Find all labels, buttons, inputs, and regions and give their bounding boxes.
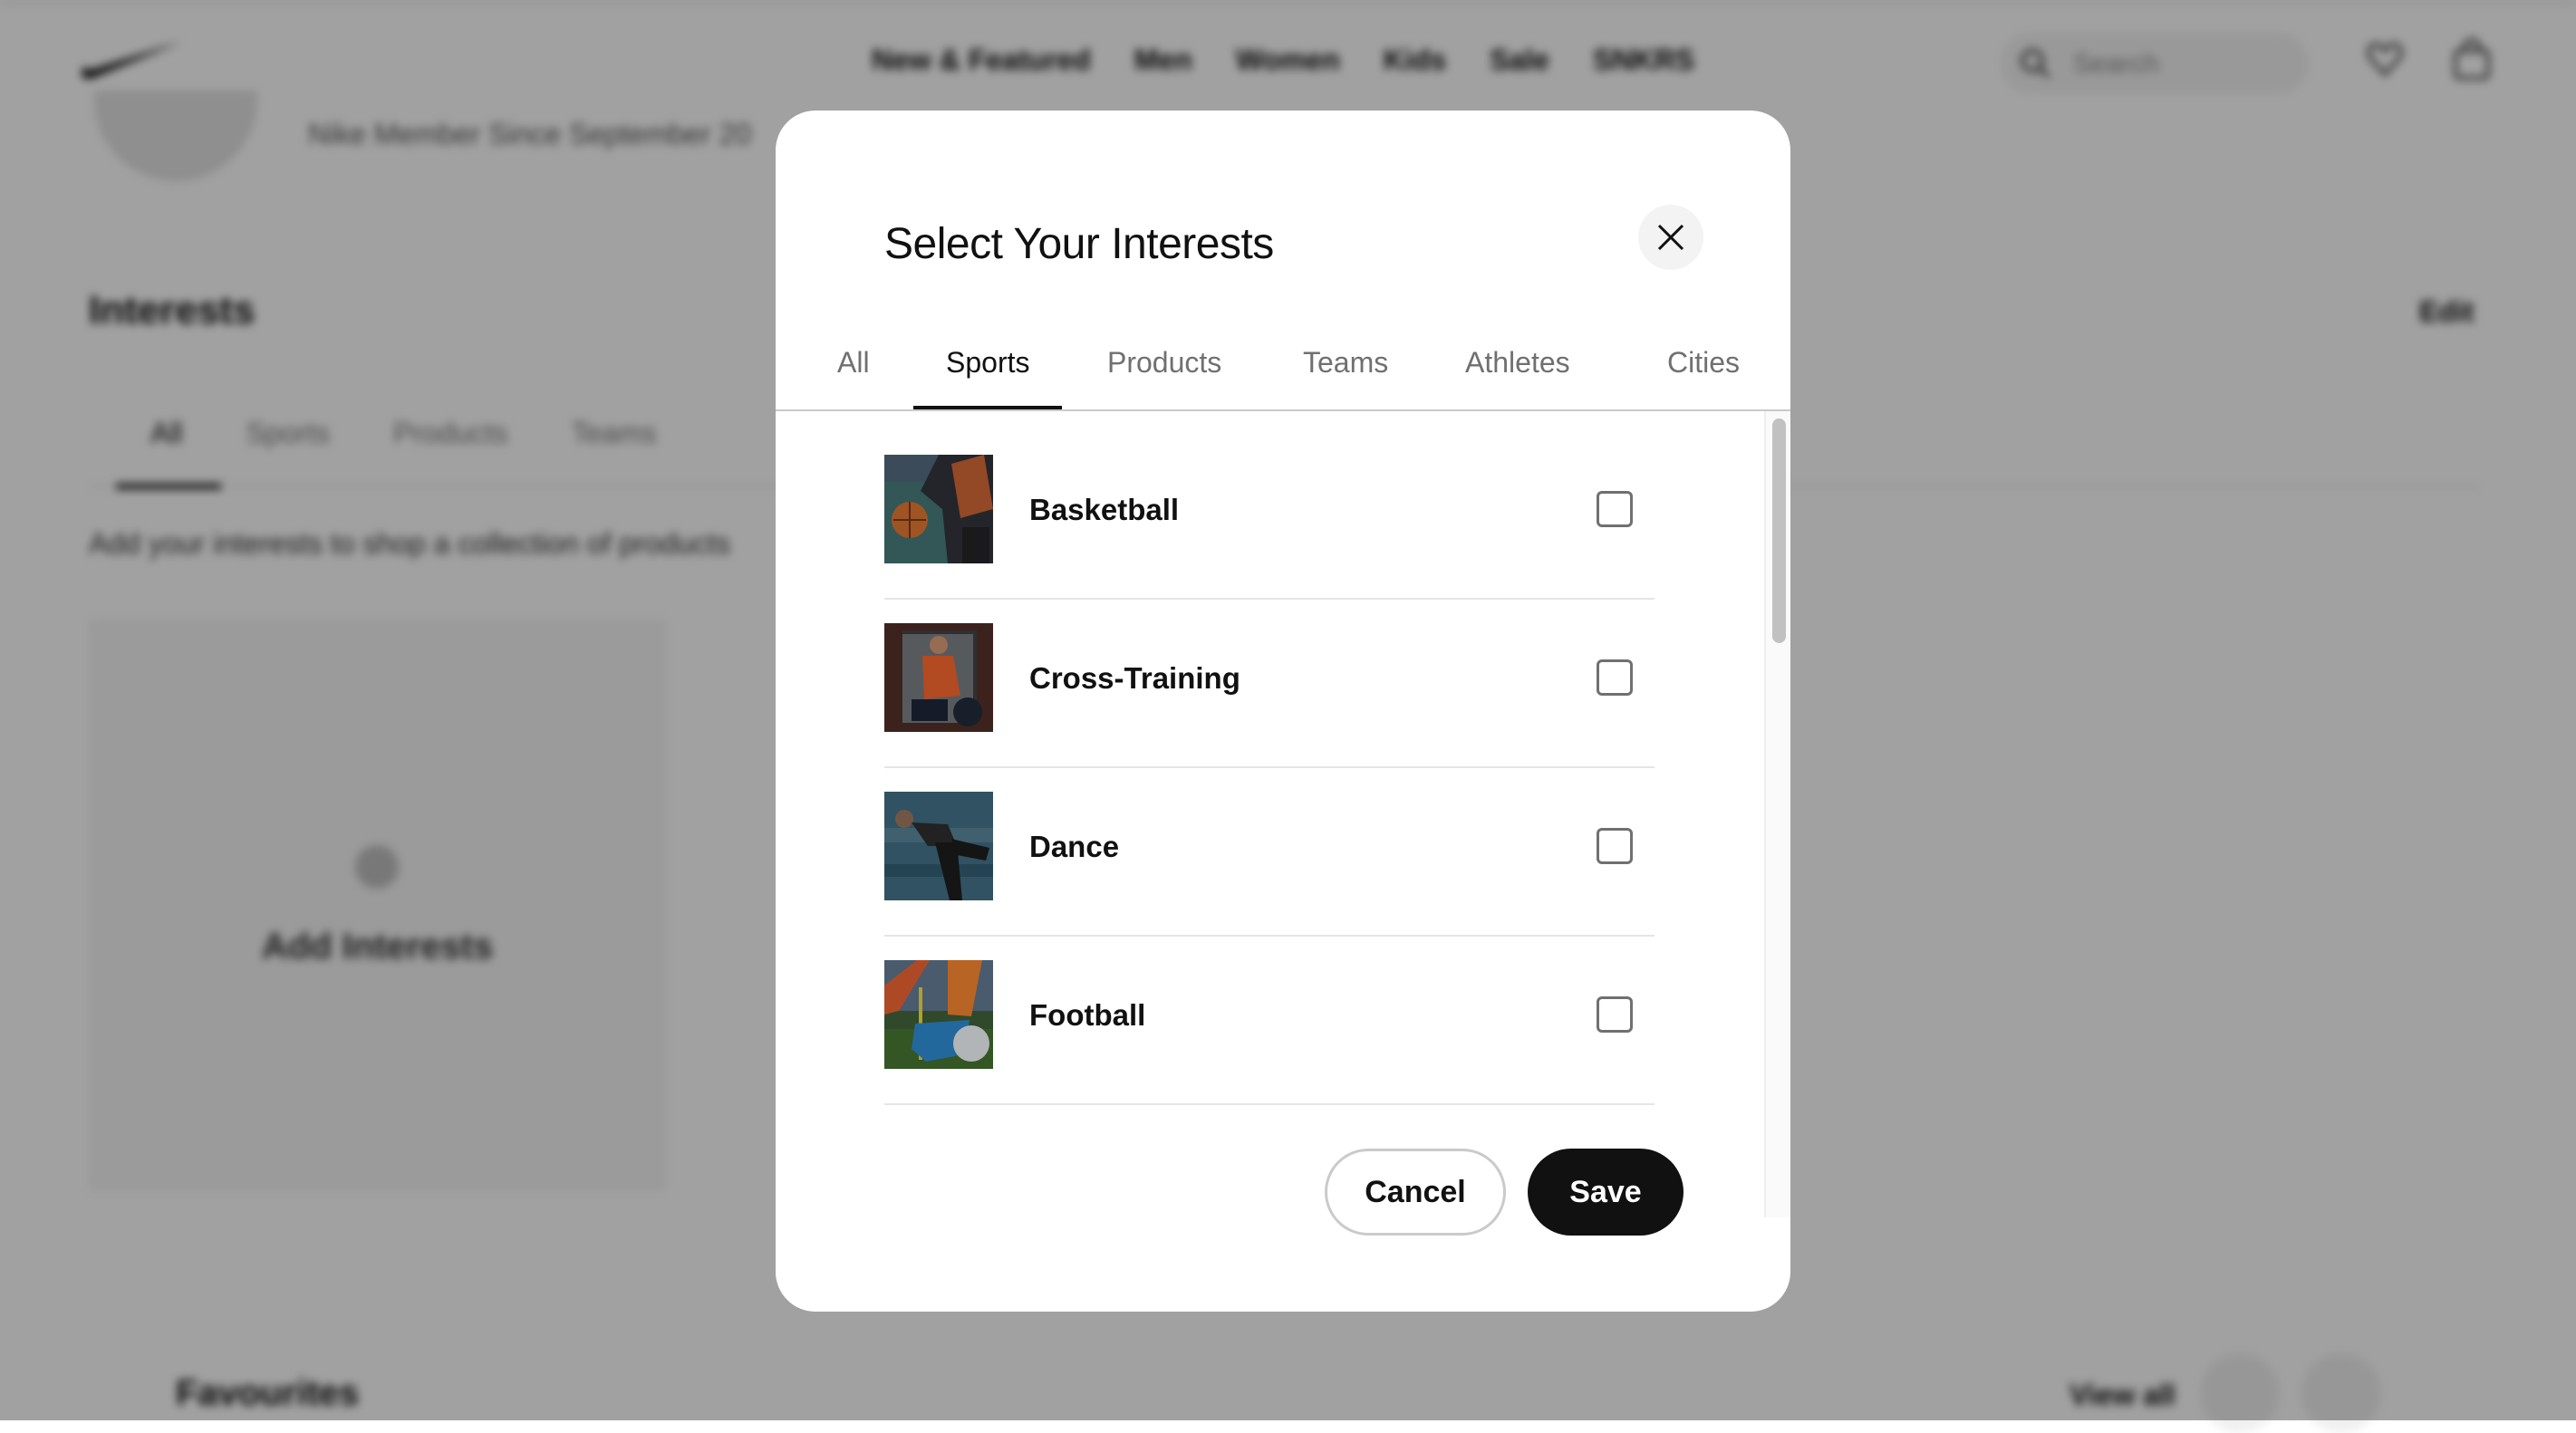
scrollbar-thumb[interactable] bbox=[1772, 418, 1786, 643]
list-scrollbar[interactable] bbox=[1764, 411, 1790, 1217]
list-item[interactable]: Dance bbox=[884, 748, 1655, 937]
list-item[interactable]: Football bbox=[884, 917, 1655, 1105]
tab-athletes[interactable]: Athletes bbox=[1433, 317, 1603, 408]
interest-list: Basketball Cross-Training Dance Football bbox=[776, 411, 1790, 1214]
close-icon bbox=[1657, 224, 1684, 251]
tab-cities[interactable]: Cities bbox=[1635, 317, 1772, 408]
interest-checkbox[interactable] bbox=[1597, 996, 1633, 1033]
interest-label: Basketball bbox=[1029, 493, 1180, 526]
interest-label: Football bbox=[1029, 998, 1146, 1032]
football-thumbnail bbox=[884, 960, 993, 1069]
close-button[interactable] bbox=[1638, 205, 1703, 270]
tab-sports[interactable]: Sports bbox=[913, 317, 1063, 409]
dance-thumbnail bbox=[884, 792, 993, 900]
save-button[interactable]: Save bbox=[1528, 1149, 1684, 1236]
tab-products[interactable]: Products bbox=[1075, 317, 1254, 408]
interest-label: Cross-Training bbox=[1029, 661, 1240, 695]
tab-teams[interactable]: Teams bbox=[1270, 317, 1421, 408]
list-item[interactable]: Cross-Training bbox=[884, 580, 1655, 768]
dialog-title: Select Your Interests bbox=[884, 220, 1274, 268]
cross-training-thumbnail bbox=[884, 623, 993, 732]
select-interests-dialog: Select Your Interests All Sports Product… bbox=[776, 111, 1790, 1312]
interest-checkbox[interactable] bbox=[1597, 659, 1633, 696]
interest-category-tabs: All Sports Products Teams Athletes Citie… bbox=[776, 317, 1790, 411]
interest-label: Dance bbox=[1029, 830, 1120, 863]
row-divider bbox=[884, 1103, 1655, 1105]
interest-checkbox[interactable] bbox=[1597, 491, 1633, 527]
interest-checkbox[interactable] bbox=[1597, 828, 1633, 864]
list-item[interactable]: Basketball bbox=[884, 411, 1655, 600]
cancel-button[interactable]: Cancel bbox=[1325, 1149, 1506, 1236]
basketball-thumbnail bbox=[884, 455, 993, 563]
tab-all[interactable]: All bbox=[805, 317, 902, 408]
